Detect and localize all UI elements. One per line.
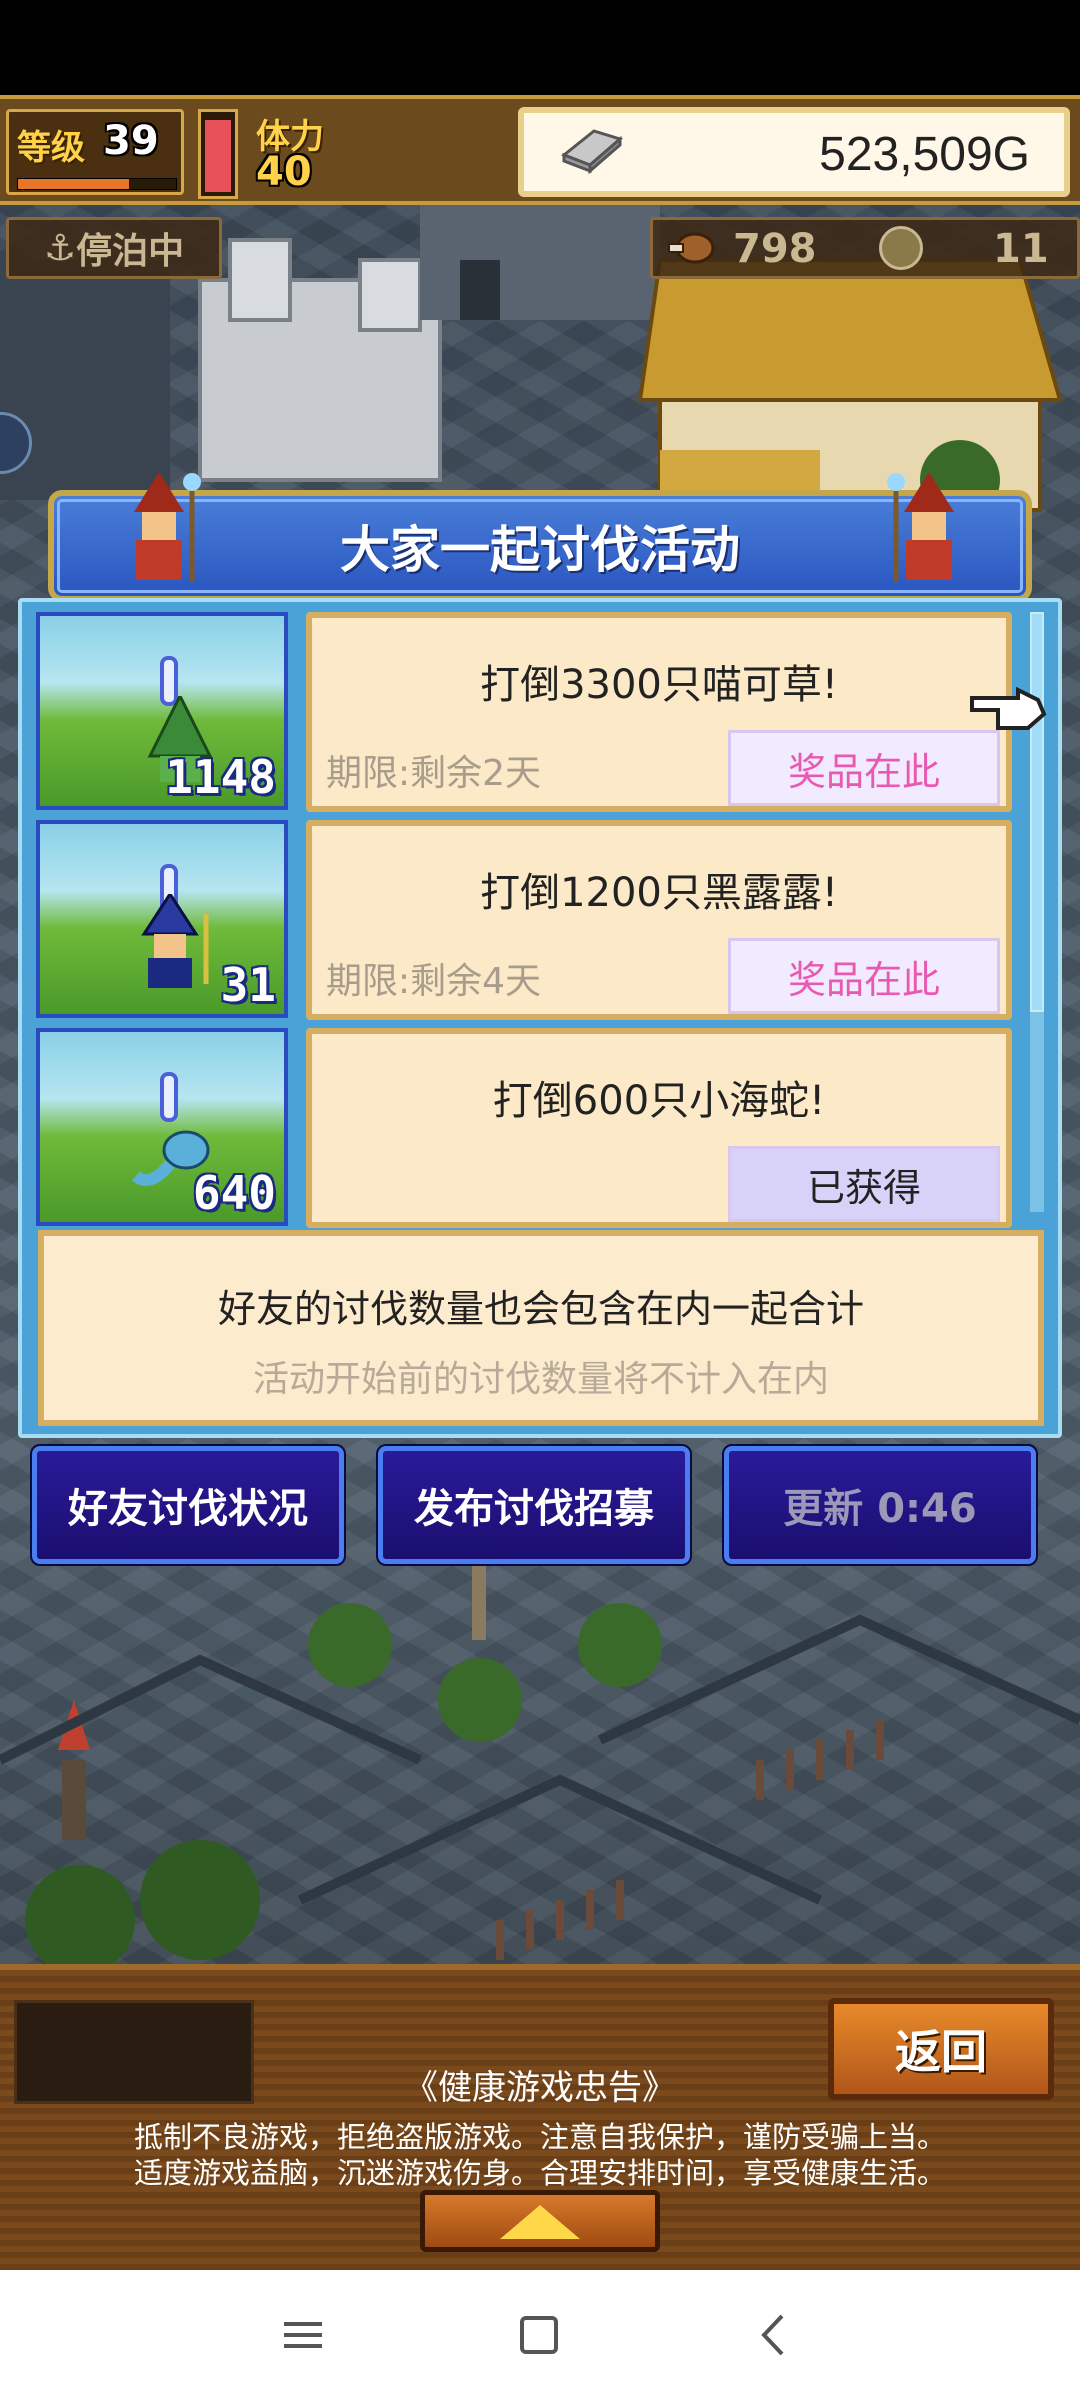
prize-button[interactable]: 奖品在此 (728, 938, 1000, 1014)
stamina-fill (205, 119, 231, 192)
status-row: ⚓ 停泊中 798 11 (0, 205, 1080, 285)
level-progress-bar (17, 178, 177, 190)
quest-thumbnail: 640 (36, 1028, 288, 1226)
system-navigation-bar (0, 2270, 1080, 2400)
quest-title: 打倒600只小海蛇! (492, 1078, 826, 1124)
quest-row: 31 打倒1200只黑露露! 期限:剩余4天 奖品在此 (36, 820, 1036, 1020)
gold-display: 523,509G (518, 107, 1070, 197)
health-advice-line2: 适度游戏益脑，沉迷游戏伤身。合理安排时间，享受健康生活。 (133, 2156, 946, 2190)
event-title-banner: 大家一起讨伐活动 (48, 472, 1032, 602)
event-note: 好友的讨伐数量也会包含在内一起合计 活动开始前的讨伐数量将不计入在内 (38, 1230, 1044, 1426)
quest-card: 打倒3300只喵可草! 期限:剩余2天 奖品在此 (306, 612, 1012, 812)
quest-kill-count: 31 (220, 958, 276, 1012)
meat-value: 798 (733, 226, 817, 272)
note-sub-text: 活动开始前的讨伐数量将不计入在内 (252, 1359, 829, 1400)
event-panel: 1148 打倒3300只喵可草! 期限:剩余2天 奖品在此 31 打倒1200只… (18, 598, 1062, 1438)
expand-menu-button[interactable] (420, 2190, 660, 2252)
quest-card: 打倒1200只黑露露! 期限:剩余4天 奖品在此 (306, 820, 1012, 1020)
quest-kill-count: 640 (192, 1166, 276, 1220)
dark-wizard-monster-icon (141, 894, 209, 988)
back-arrow-icon[interactable] (750, 2310, 800, 2360)
menu-icon[interactable] (278, 2310, 328, 2360)
game-screen: { "hud": { "level_label": "等级", "level_v… (0, 0, 1080, 2400)
level-progress-fill (18, 179, 129, 189)
home-icon[interactable] (514, 2310, 564, 2360)
quest-title: 打倒1200只黑露露! (480, 870, 838, 916)
quest-thumbnail: 1148 (36, 612, 288, 810)
refresh-button[interactable]: 更新 0:46 (722, 1444, 1038, 1566)
quest-deadline: 期限:剩余2天 (326, 753, 542, 794)
quest-card: 打倒600只小海蛇! 已获得 (306, 1028, 1012, 1228)
gold-value: 523,509G (819, 128, 1030, 181)
level-value: 39 (103, 118, 159, 164)
anchor-icon: ⚓ (43, 227, 77, 269)
friends-status-button[interactable]: 好友讨伐状况 (30, 1444, 346, 1566)
resource-display: 798 11 (650, 217, 1080, 279)
meat-icon (668, 232, 715, 264)
exclamation-icon (160, 1072, 178, 1122)
level-indicator: 等级 39 (6, 109, 184, 195)
quest-thumbnail: 31 (36, 820, 288, 1018)
dock-status-label: 停泊中 (76, 231, 185, 272)
quest-title: 打倒3300只喵可草! (480, 662, 838, 708)
quest-deadline: 期限:剩余4天 (326, 961, 542, 1002)
coin-value: 11 (993, 226, 1049, 272)
dock-status-button[interactable]: ⚓ 停泊中 (6, 217, 222, 279)
coin-icon (879, 226, 923, 270)
level-label: 等级 (17, 128, 85, 168)
health-advice-title: 《健康游戏忠告》 (404, 2068, 676, 2108)
quest-kill-count: 1148 (165, 750, 276, 804)
up-arrow-icon (500, 2205, 580, 2239)
footer-panel: 返回 《健康游戏忠告》 抵制不良游戏，拒绝盗版游戏。注意自我保护，谨防受骗上当。… (0, 1964, 1080, 2270)
top-hud: 等级 39 体力 40 523,509G (0, 95, 1080, 205)
publish-recruit-button[interactable]: 发布讨伐招募 (376, 1444, 692, 1566)
silver-ingot-icon (561, 129, 624, 175)
prize-button[interactable]: 奖品在此 (728, 730, 1000, 806)
pointer-hand-icon (970, 686, 1047, 730)
quest-row: 640 打倒600只小海蛇! 已获得 (36, 1028, 1036, 1228)
obtained-button[interactable]: 已获得 (728, 1146, 1000, 1222)
mage-right-icon (887, 472, 954, 582)
stamina-bar (198, 109, 238, 199)
event-title: 大家一起讨伐活动 (340, 521, 740, 579)
stamina-value: 40 (256, 149, 312, 195)
quest-row: 1148 打倒3300只喵可草! 期限:剩余2天 奖品在此 (36, 612, 1036, 812)
note-main-text: 好友的讨伐数量也会包含在内一起合计 (217, 1287, 864, 1331)
